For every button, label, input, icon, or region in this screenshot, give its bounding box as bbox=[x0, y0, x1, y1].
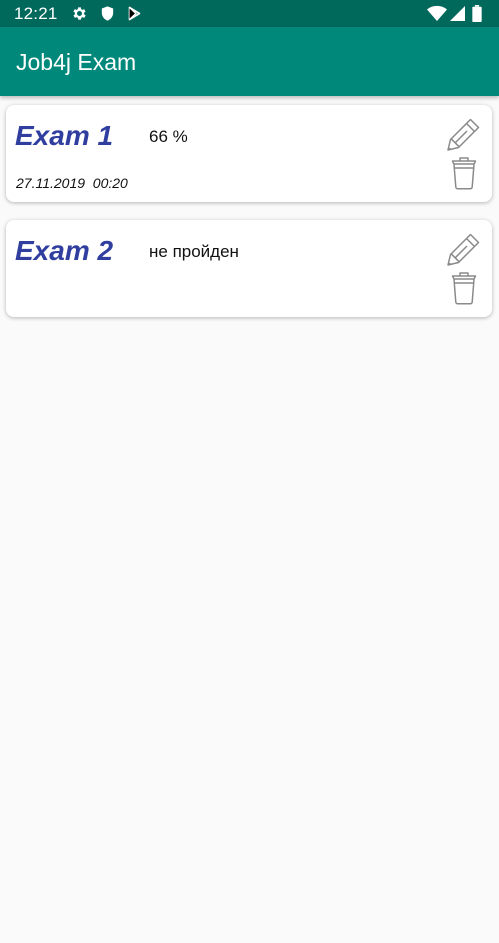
signal-icon bbox=[450, 5, 465, 22]
gear-icon bbox=[71, 5, 88, 22]
battery-icon bbox=[471, 5, 483, 22]
edit-exam-button[interactable] bbox=[444, 116, 482, 154]
pencil-icon bbox=[447, 233, 480, 266]
exam-card[interactable]: Exam 1 66 % 27.11.2019 00:20 bbox=[6, 105, 492, 202]
pencil-icon bbox=[447, 118, 480, 151]
app-title: Job4j Exam bbox=[16, 49, 137, 75]
exam-result: 66 % bbox=[149, 127, 188, 146]
shield-icon bbox=[99, 5, 116, 22]
status-time: 12:21 bbox=[14, 4, 58, 23]
app-bar: Job4j Exam bbox=[0, 27, 499, 96]
exam-list: Exam 1 66 % 27.11.2019 00:20 Exam 2 не п… bbox=[0, 96, 499, 943]
exam-date: 27.11.2019 00:20 bbox=[16, 175, 128, 191]
exam-name: Exam 1 bbox=[15, 120, 114, 151]
edit-exam-button[interactable] bbox=[444, 231, 482, 269]
delete-exam-button[interactable] bbox=[450, 156, 478, 190]
trash-icon bbox=[451, 272, 477, 305]
status-bar: 12:21 bbox=[0, 0, 499, 27]
exam-name: Exam 2 bbox=[15, 235, 114, 266]
exam-card[interactable]: Exam 2 не пройден bbox=[6, 220, 492, 317]
trash-icon bbox=[451, 157, 477, 190]
delete-exam-button[interactable] bbox=[450, 271, 478, 305]
exam-result: не пройден bbox=[149, 242, 239, 261]
wifi-icon bbox=[427, 5, 447, 22]
play-store-icon bbox=[126, 5, 143, 22]
